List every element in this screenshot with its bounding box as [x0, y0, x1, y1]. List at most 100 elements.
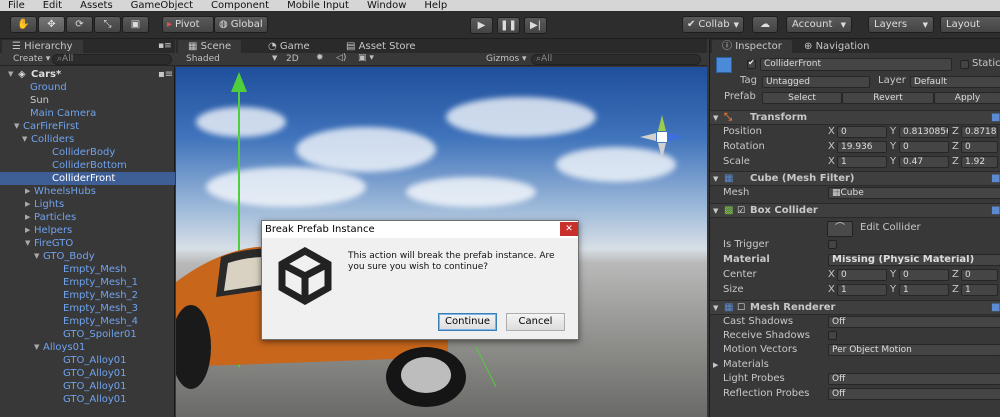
component-settings-icon[interactable]: ■	[991, 172, 1000, 186]
pivot-toggle[interactable]: ▸ Pivot	[162, 16, 214, 33]
menu-mobile-input[interactable]: Mobile Input	[287, 0, 349, 11]
receive-shadows-checkbox[interactable]	[828, 331, 837, 340]
scale-y-field[interactable]: 0.47	[899, 156, 949, 168]
scene-root-row[interactable]: ▼ ◈ Cars* ▪≡	[0, 68, 175, 81]
static-checkbox[interactable]	[960, 60, 969, 69]
collapse-arrow-icon[interactable]: ▶	[25, 198, 30, 211]
cloud-button[interactable]: ☁	[752, 16, 778, 33]
hierarchy-item[interactable]: Empty_Mesh_4	[0, 315, 175, 328]
audio-toggle-icon[interactable]: ◁)	[336, 53, 346, 63]
transform-header[interactable]: ▼ ⤡ Transform ■	[710, 110, 1000, 125]
tab-game[interactable]: ◔ Game	[258, 40, 320, 53]
hierarchy-item[interactable]: ▼ GTO_Body	[0, 250, 175, 263]
hierarchy-item[interactable]: ▶ Helpers	[0, 224, 175, 237]
hierarchy-item[interactable]: GTO_Alloy01	[0, 367, 175, 380]
expand-arrow-icon[interactable]: ▼	[14, 120, 19, 133]
menu-gameobject[interactable]: GameObject	[131, 0, 193, 11]
hierarchy-item[interactable]: ColliderFront	[0, 172, 175, 185]
layout-dropdown[interactable]: Layout	[940, 16, 1000, 33]
layer-dropdown[interactable]: Default	[910, 76, 1000, 88]
mesh-renderer-header[interactable]: ▼ ▦ ☐ Mesh Renderer ■	[710, 300, 1000, 315]
move-tool-button[interactable]: ✥	[38, 16, 65, 33]
rotation-z-field[interactable]: 0	[961, 141, 998, 153]
object-name-field[interactable]: ColliderFront	[760, 58, 952, 71]
create-dropdown[interactable]: Create ▾	[13, 54, 50, 64]
center-x-field[interactable]: 0	[837, 269, 887, 281]
hierarchy-item[interactable]: ▶ Particles	[0, 211, 175, 224]
materials-row[interactable]: ▶ Materials	[710, 358, 1000, 372]
collapse-arrow-icon[interactable]: ▼	[713, 204, 718, 218]
step-button[interactable]: ▶|	[524, 17, 547, 34]
scene-search-input[interactable]: ⌕All	[531, 54, 701, 65]
lighting-toggle-icon[interactable]: ✹	[316, 53, 324, 63]
tab-navigation[interactable]: ⊕ Navigation	[794, 40, 880, 53]
collab-dropdown[interactable]: ✔ Collab ▼	[682, 16, 744, 33]
prefab-revert-button[interactable]: Revert	[842, 92, 934, 104]
expand-arrow-icon[interactable]: ▼	[34, 341, 39, 354]
mesh-field[interactable]: ▦Cube	[828, 187, 1000, 199]
collapse-arrow-icon[interactable]: ▶	[25, 211, 30, 224]
edit-collider-button[interactable]: ⌒	[827, 221, 853, 237]
play-button[interactable]: ▶	[470, 17, 493, 34]
hierarchy-item[interactable]: Ground	[0, 81, 175, 94]
scale-tool-button[interactable]: ⤡	[94, 16, 121, 33]
position-x-field[interactable]: 0	[837, 126, 887, 138]
center-y-field[interactable]: 0	[899, 269, 949, 281]
panel-menu-icon[interactable]: ▪≡	[158, 41, 172, 51]
menu-component[interactable]: Component	[211, 0, 269, 11]
hierarchy-item[interactable]: ▶ WheelsHubs	[0, 185, 175, 198]
is-trigger-checkbox[interactable]	[828, 240, 837, 249]
orientation-gizmo[interactable]	[632, 107, 692, 167]
gizmos-dropdown[interactable]: Gizmos ▾	[486, 54, 527, 64]
hierarchy-search-input[interactable]: ⌕All	[52, 54, 172, 65]
component-settings-icon[interactable]: ■	[991, 204, 1000, 218]
continue-button[interactable]: Continue	[438, 313, 497, 331]
tab-asset-store[interactable]: ▤ Asset Store	[336, 40, 426, 53]
tab-hierarchy[interactable]: ☰ Hierarchy	[2, 40, 83, 53]
expand-arrow-icon[interactable]: ▼	[22, 133, 27, 146]
rotation-x-field[interactable]: 19.936	[837, 141, 887, 153]
position-y-field[interactable]: 0.8130856	[899, 126, 949, 138]
reflection-probes-dropdown[interactable]: Off	[828, 388, 1000, 400]
hierarchy-item[interactable]: ▶ Lights	[0, 198, 175, 211]
hierarchy-item[interactable]: Sun	[0, 94, 175, 107]
hierarchy-item[interactable]: ▼ FireGTO	[0, 237, 175, 250]
motion-vectors-dropdown[interactable]: Per Object Motion	[828, 344, 1000, 356]
cast-shadows-dropdown[interactable]: Off	[828, 316, 1000, 328]
enabled-check-icon[interactable]: ☐	[737, 301, 745, 315]
collapse-arrow-icon[interactable]: ▼	[713, 301, 718, 315]
active-checkbox[interactable]: ✔	[747, 58, 756, 69]
expand-arrow-icon[interactable]: ▶	[713, 358, 718, 372]
collapse-arrow-icon[interactable]: ▼	[713, 111, 718, 125]
hierarchy-item[interactable]: Main Camera	[0, 107, 175, 120]
hierarchy-item[interactable]: Empty_Mesh_3	[0, 302, 175, 315]
global-toggle[interactable]: ◍ Global	[214, 16, 268, 33]
pause-button[interactable]: ❚❚	[497, 17, 520, 34]
component-settings-icon[interactable]: ■	[991, 301, 1000, 315]
account-dropdown[interactable]: Account ▼	[786, 16, 852, 33]
rotation-y-field[interactable]: 0	[899, 141, 949, 153]
scale-z-field[interactable]: 1.92	[961, 156, 998, 168]
material-field[interactable]: Missing (Physic Material)	[828, 254, 1000, 266]
collapse-arrow-icon[interactable]: ▶	[25, 185, 30, 198]
rotate-tool-button[interactable]: ⟳	[66, 16, 93, 33]
position-z-field[interactable]: 0.87187	[961, 126, 998, 138]
layers-dropdown[interactable]: Layers ▼	[868, 16, 934, 33]
mesh-filter-header[interactable]: ▼ ▦ Cube (Mesh Filter) ■	[710, 171, 1000, 186]
size-y-field[interactable]: 1	[899, 284, 949, 296]
size-z-field[interactable]: 1	[961, 284, 998, 296]
hierarchy-item[interactable]: ColliderBottom	[0, 159, 175, 172]
hierarchy-item[interactable]: GTO_Alloy01	[0, 393, 175, 406]
hierarchy-item[interactable]: Empty_Mesh_2	[0, 289, 175, 302]
hierarchy-item[interactable]: ▼ Colliders	[0, 133, 175, 146]
hand-tool-button[interactable]: ✋	[10, 16, 37, 33]
hierarchy-item[interactable]: GTO_Alloy01	[0, 380, 175, 393]
light-probes-dropdown[interactable]: Off	[828, 373, 1000, 385]
tag-dropdown[interactable]: Untagged	[762, 76, 870, 88]
menu-assets[interactable]: Assets	[80, 0, 113, 11]
size-x-field[interactable]: 1	[837, 284, 887, 296]
center-z-field[interactable]: 0	[961, 269, 998, 281]
menu-window[interactable]: Window	[367, 0, 406, 11]
prefab-apply-button[interactable]: Apply	[934, 92, 1000, 104]
scene-menu-icon[interactable]: ▪≡	[158, 68, 173, 81]
